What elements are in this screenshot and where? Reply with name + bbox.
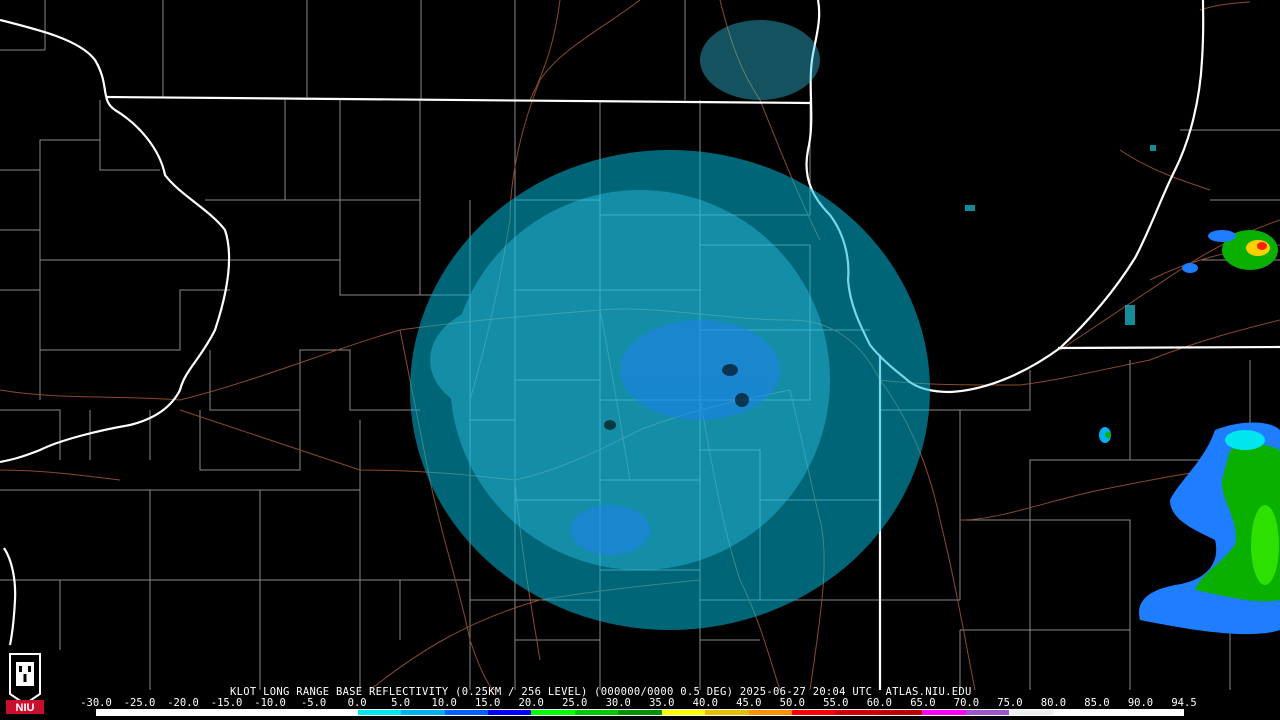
storm-complex-southeast: [1099, 422, 1280, 635]
reflectivity-color-bar: [96, 709, 1184, 716]
color-bar-segment: [1139, 710, 1183, 715]
color-bar-segment: [487, 710, 532, 715]
color-bar-segment: [531, 710, 575, 715]
color-bar-segment: [444, 710, 488, 715]
color-bar-segment: [661, 710, 706, 715]
color-bar-segment: [1052, 710, 1097, 715]
color-bar-segment: [574, 710, 619, 715]
radar-map: [0, 0, 1280, 691]
niu-logo: NIU: [4, 648, 46, 716]
scale-label: -5.0: [300, 697, 327, 709]
scale-label: 55.0: [823, 697, 849, 709]
color-bar-segment: [792, 710, 836, 715]
scale-label: -10.0: [254, 697, 286, 709]
radar-map-viewer: NIU KLOT LONG RANGE BASE REFLECTIVITY (0…: [0, 0, 1280, 720]
color-bar-segment: [922, 710, 966, 715]
scale-label: -30.0: [80, 697, 112, 709]
color-bar-segment: [748, 710, 792, 715]
color-bar-segment: [140, 710, 184, 715]
scale-label: 15.0: [475, 697, 501, 709]
scale-label: 85.0: [1084, 697, 1110, 709]
scale-label: 60.0: [866, 697, 893, 709]
scale-label: 50.0: [779, 697, 805, 709]
color-bar-segment: [183, 710, 228, 715]
scale-label: 0.0: [347, 697, 367, 709]
scale-label: 20.0: [518, 697, 544, 709]
color-bar-segment: [270, 710, 315, 715]
color-bar-segment: [314, 710, 358, 715]
color-bar-segment: [878, 710, 923, 715]
scale-label: 80.0: [1040, 697, 1067, 709]
scale-label: 25.0: [562, 697, 588, 709]
lake-echoes: [965, 145, 1156, 325]
scale-label: 70.0: [953, 697, 980, 709]
scale-label: 90.0: [1127, 697, 1154, 709]
scale-label: 5.0: [391, 697, 411, 709]
color-bar-segment: [227, 710, 271, 715]
color-bar-segment: [97, 710, 141, 715]
color-bar-segment: [401, 710, 445, 715]
reflectivity-echoes: [410, 20, 1280, 635]
scale-label: 35.0: [649, 697, 675, 709]
color-bar-segment: [357, 710, 402, 715]
color-bar-segment: [705, 710, 749, 715]
scale-label: -20.0: [167, 697, 199, 709]
scale-label: -25.0: [123, 697, 156, 709]
storm-cell-northeast: [1182, 230, 1278, 273]
scale-label: -15.0: [210, 697, 243, 709]
scale-label: 75.0: [997, 697, 1023, 709]
scale-label: 40.0: [692, 697, 718, 709]
scale-label: 94.5: [1171, 697, 1197, 709]
scale-label: 30.0: [605, 697, 631, 709]
color-bar-segment: [1009, 710, 1053, 715]
color-bar-segment: [835, 710, 879, 715]
color-bar-segment: [618, 710, 662, 715]
svg-text:NIU: NIU: [16, 702, 35, 714]
reflectivity-scale-labels: -30.0 -25.0 -20.0 -15.0 -10.0 -5.0 0.0 5.0 10.0 1…: [80, 697, 1197, 709]
color-bar-segment: [965, 710, 1010, 715]
scale-label: 45.0: [736, 697, 762, 709]
color-bar-segment: [1096, 710, 1140, 715]
scale-label: 10.0: [431, 697, 457, 709]
scale-label: 65.0: [910, 697, 936, 709]
